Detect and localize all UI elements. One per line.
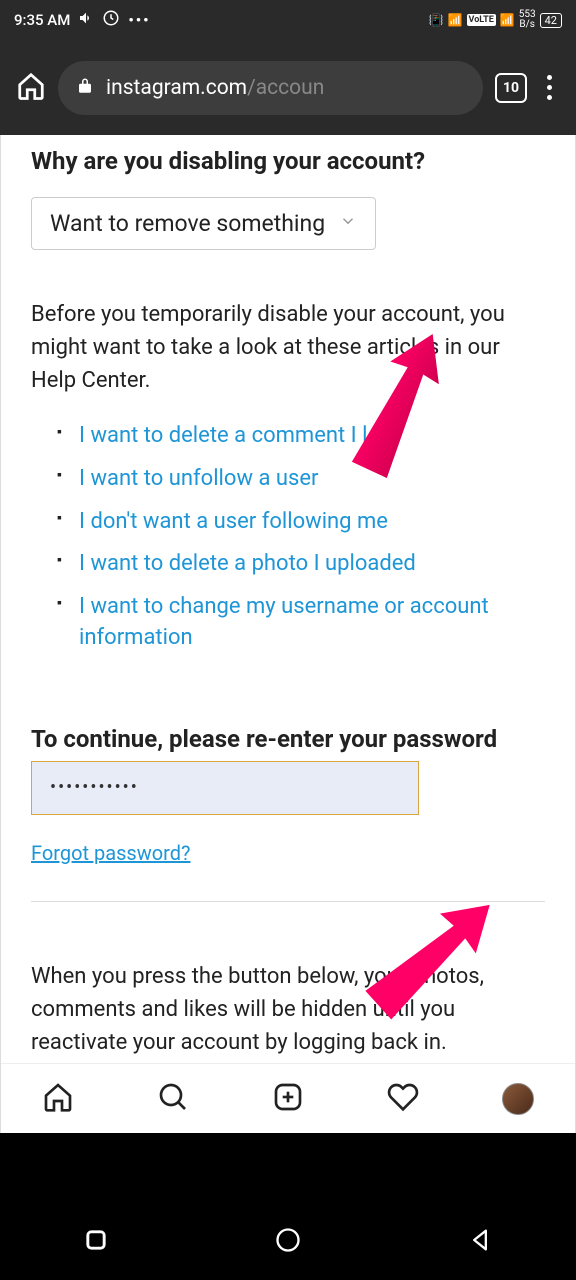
recents-icon[interactable] — [82, 1226, 110, 1258]
create-tab-icon[interactable] — [272, 1081, 304, 1117]
browser-toolbar: instagram.com/accoun 10 — [0, 40, 576, 135]
android-status-bar: 9:35 AM ••• 📳 📶 VoLTE 📶 553 B/s 42 — [0, 0, 576, 40]
list-item: I want to unfollow a user — [57, 458, 545, 501]
tab-count-button[interactable]: 10 — [495, 73, 527, 103]
disable-heading: Why are you disabling your account? — [31, 147, 545, 175]
activity-tab-icon[interactable] — [387, 1081, 419, 1117]
intro-text: Before you temporarily disable your acco… — [31, 298, 545, 397]
back-nav-icon[interactable] — [466, 1226, 494, 1258]
instagram-bottom-nav — [1, 1063, 575, 1133]
chevron-down-icon — [339, 212, 357, 235]
password-value: ••••••••••• — [50, 777, 139, 798]
help-link[interactable]: I want to unfollow a user — [79, 466, 318, 491]
password-input[interactable]: ••••••••••• — [31, 761, 419, 815]
vibrate-icon: 📳 — [429, 13, 444, 27]
browser-menu-icon[interactable] — [539, 75, 560, 100]
lock-icon — [76, 77, 94, 99]
final-text: When you press the button below, your ph… — [31, 960, 545, 1059]
url-text: instagram.com/accoun — [106, 76, 324, 100]
data-rate: 553 B/s — [519, 10, 536, 30]
divider — [31, 901, 545, 902]
forgot-password-link[interactable]: Forgot password? — [31, 841, 191, 865]
signal-icon-1: 📶 — [448, 13, 463, 27]
reason-dropdown[interactable]: Want to remove something — [31, 197, 376, 250]
help-link[interactable]: I want to delete a comment I left — [79, 423, 394, 448]
whatsapp-icon — [102, 9, 120, 31]
list-item: I don't want a user following me — [57, 501, 545, 544]
help-link[interactable]: I want to change my username or account … — [79, 594, 489, 650]
search-tab-icon[interactable] — [157, 1081, 189, 1117]
notification-dots: ••• — [128, 11, 150, 29]
android-nav-bar — [0, 1203, 576, 1280]
home-tab-icon[interactable] — [42, 1081, 74, 1117]
volume-icon — [78, 10, 94, 30]
home-icon[interactable] — [16, 71, 46, 105]
signal-icon-2: 📶 — [500, 13, 515, 27]
status-time: 9:35 AM — [14, 11, 70, 29]
url-bar[interactable]: instagram.com/accoun — [58, 61, 483, 115]
help-link[interactable]: I want to delete a photo I uploaded — [79, 551, 416, 576]
password-heading: To continue, please re-enter your passwo… — [31, 724, 545, 755]
battery-icon: 42 — [540, 13, 562, 28]
home-nav-icon[interactable] — [274, 1226, 302, 1258]
help-links-list: I want to delete a comment I left I want… — [31, 415, 545, 660]
list-item: I want to delete a photo I uploaded — [57, 543, 545, 586]
profile-tab-avatar[interactable] — [502, 1083, 534, 1115]
volte-badge: VoLTE — [467, 14, 496, 26]
dropdown-value: Want to remove something — [50, 210, 325, 237]
list-item: I want to change my username or account … — [57, 586, 545, 660]
page-content: Why are you disabling your account? Want… — [0, 135, 576, 1133]
list-item: I want to delete a comment I left — [57, 415, 545, 458]
help-link[interactable]: I don't want a user following me — [79, 509, 388, 534]
